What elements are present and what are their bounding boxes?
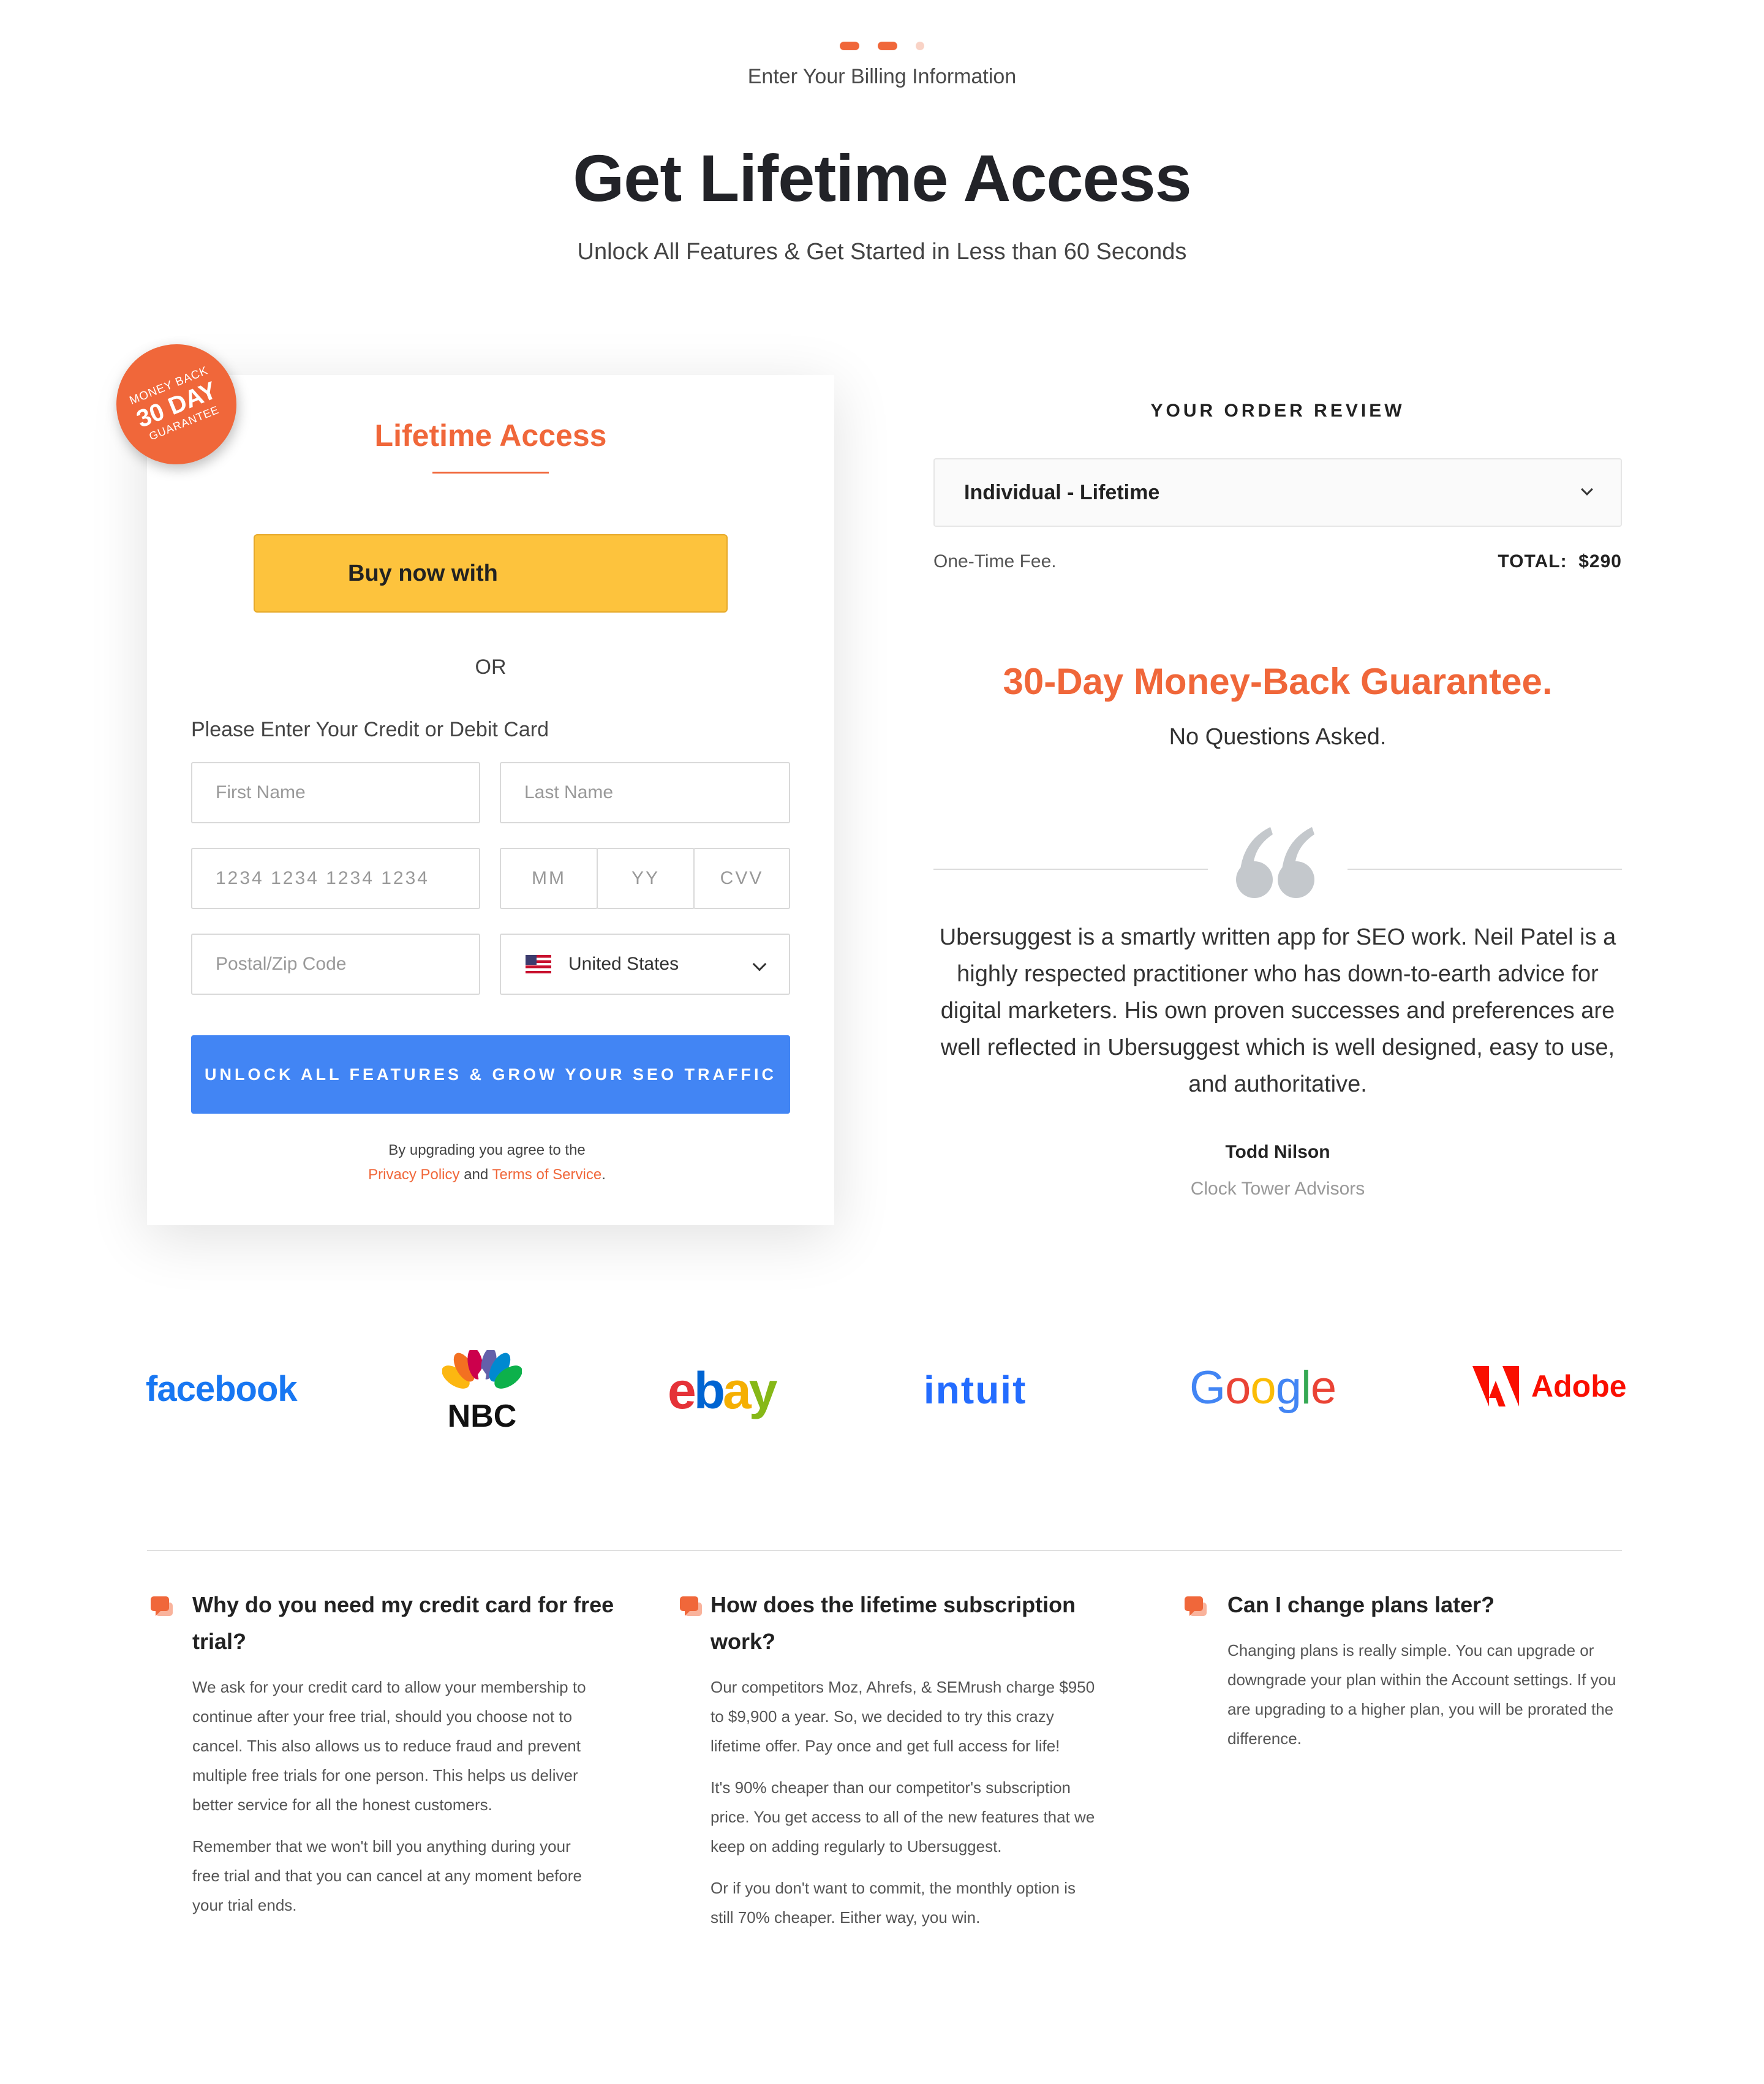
step-dot-current (878, 42, 897, 50)
country-select-value: United States (568, 954, 679, 974)
google-letter: G (1189, 1362, 1226, 1414)
ebay-letter: e (668, 1362, 696, 1419)
card-prompt: Please Enter Your Credit or Debit Card (191, 718, 549, 741)
testimonial-author: Todd Nilson (1225, 1142, 1330, 1162)
expiry-year-input[interactable]: YY (597, 848, 695, 909)
us-flag-icon (526, 955, 551, 973)
adobe-wordmark: Adobe (1531, 1369, 1627, 1403)
legal-notice: By upgrading you agree to the Privacy Po… (147, 1138, 827, 1187)
total-label: TOTAL: (1498, 551, 1567, 572)
guarantee-subtitle: No Questions Asked. (1169, 724, 1387, 750)
country-select[interactable]: United States (500, 934, 790, 995)
nbc-wordmark: NBC (447, 1399, 517, 1434)
quote-divider-right (1348, 869, 1622, 870)
nbc-logo: NBC (442, 1348, 522, 1435)
legal-and: and (464, 1166, 489, 1183)
total-value: $290 (1578, 551, 1622, 572)
first-name-input[interactable]: First Name (191, 762, 480, 823)
google-letter: l (1300, 1362, 1311, 1414)
order-review-heading: YOUR ORDER REVIEW (1150, 401, 1405, 421)
google-letter: o (1225, 1362, 1251, 1414)
privacy-policy-link[interactable]: Privacy Policy (368, 1166, 459, 1183)
quote-icon (1236, 827, 1314, 898)
intuit-logo: intuit (924, 1368, 1027, 1412)
ebay-letter: b (693, 1362, 725, 1419)
or-separator: OR (475, 655, 507, 679)
expiry-month-input[interactable]: MM (500, 848, 598, 909)
faq-answer-paragraph: We ask for your credit card to allow you… (192, 1678, 586, 1814)
chat-bubble-icon (151, 1596, 173, 1616)
google-logo: Google (1189, 1361, 1336, 1414)
adobe-mark-icon (1472, 1366, 1519, 1406)
chevron-down-icon (752, 957, 767, 972)
faq-question: Why do you need my credit card for free … (192, 1592, 614, 1654)
faq-answer: We ask for your credit card to allow you… (192, 1672, 597, 1932)
terms-of-service-link[interactable]: Terms of Service (492, 1166, 601, 1183)
faq-answer-paragraph: Our competitors Moz, Ahrefs, & SEMrush c… (710, 1678, 1095, 1755)
page-title: Get Lifetime Access (573, 141, 1191, 215)
chat-bubble-icon (680, 1596, 702, 1616)
section-divider (147, 1550, 1622, 1551)
faq-answer-paragraph: Changing plans is really simple. You can… (1227, 1641, 1616, 1748)
adobe-logo: Adobe (1472, 1366, 1627, 1406)
chevron-down-icon (1581, 483, 1593, 496)
ebay-letter: a (723, 1362, 752, 1419)
legal-suffix: . (601, 1166, 606, 1183)
card-number-input[interactable]: 1234 1234 1234 1234 (191, 848, 480, 909)
cvv-input[interactable]: CVV (693, 848, 790, 909)
testimonial-text: Ubersuggest is a smartly written app for… (939, 924, 1616, 1097)
faq-answer: Our competitors Moz, Ahrefs, & SEMrush c… (710, 1672, 1102, 1944)
ebay-letter: y (748, 1362, 778, 1419)
legal-links: Privacy Policy and Terms of Service. (147, 1163, 827, 1187)
card-title: Lifetime Access (374, 418, 607, 453)
unlock-features-button[interactable]: UNLOCK ALL FEATURES & GROW YOUR SEO TRAF… (191, 1035, 790, 1114)
facebook-logo: facebook (146, 1369, 298, 1409)
quote-divider-left (933, 869, 1208, 870)
paypal-button-label: Buy now with (348, 560, 498, 586)
faq-question: Can I change plans later? (1227, 1592, 1495, 1617)
postal-code-input[interactable]: Postal/Zip Code (191, 934, 480, 995)
plan-select[interactable]: Individual - Lifetime (933, 458, 1622, 527)
checkout-card: Lifetime Access Buy now with OR Please E… (147, 375, 834, 1225)
google-letter: g (1275, 1362, 1302, 1414)
testimonial-company: Clock Tower Advisors (1190, 1179, 1365, 1199)
progress-stepper (0, 42, 1764, 50)
chat-bubble-icon (1185, 1596, 1207, 1616)
step-dot-complete (840, 42, 859, 50)
step-dot-upcoming (916, 42, 924, 50)
paypal-button[interactable]: Buy now with (254, 534, 728, 613)
order-total: TOTAL: $290 (1470, 551, 1622, 572)
last-name-input[interactable]: Last Name (500, 762, 790, 823)
faq-answer-paragraph: Remember that we won't bill you anything… (192, 1837, 582, 1914)
faq-answer: Changing plans is really simple. You can… (1227, 1636, 1632, 1765)
title-underline (432, 472, 549, 474)
step-label: Enter Your Billing Information (747, 65, 1017, 88)
fee-label: One-Time Fee. (933, 551, 1057, 572)
faq-question: How does the lifetime subscription work? (710, 1592, 1076, 1654)
guarantee-title: 30-Day Money-Back Guarantee. (1003, 661, 1553, 702)
google-letter: o (1250, 1362, 1276, 1414)
faq-answer-paragraph: Or if you don't want to commit, the mont… (710, 1879, 1076, 1927)
nbc-peacock-icon (442, 1348, 522, 1397)
legal-prefix: By upgrading you agree to the (388, 1142, 586, 1158)
google-letter: e (1310, 1362, 1336, 1414)
ebay-logo: ebay (668, 1361, 778, 1421)
faq-answer-paragraph: It's 90% cheaper than our competitor's s… (710, 1778, 1095, 1856)
page-subtitle: Unlock All Features & Get Started in Les… (577, 239, 1187, 265)
plan-select-value: Individual - Lifetime (964, 480, 1160, 504)
